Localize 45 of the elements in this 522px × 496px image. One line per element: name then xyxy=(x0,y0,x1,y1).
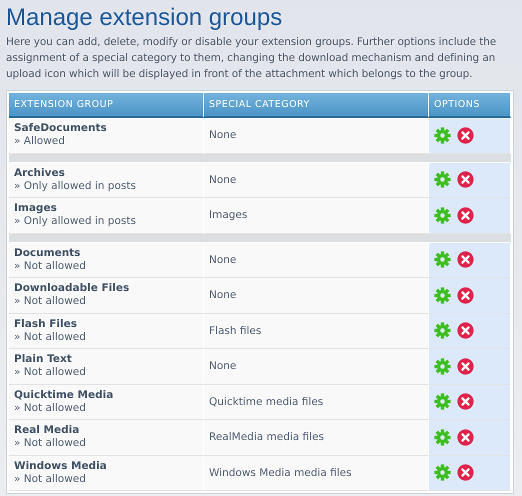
delete-icon[interactable] xyxy=(457,464,474,482)
special-category: None xyxy=(209,360,238,372)
group-name: Windows Media xyxy=(14,460,108,473)
delete-icon[interactable] xyxy=(457,428,474,446)
group-name: Images xyxy=(14,202,58,216)
group-name: Documents xyxy=(14,246,82,260)
column-header: SPECIAL CATEGORY xyxy=(204,93,429,118)
delete-icon[interactable] xyxy=(457,126,474,144)
special-category: None xyxy=(209,129,238,142)
group-status: » Allowed xyxy=(14,135,66,148)
special-category: None xyxy=(209,254,238,266)
group-name: Flash Files xyxy=(14,318,78,331)
group-status: » Not allowed xyxy=(14,472,87,486)
column-header: OPTIONS xyxy=(429,93,511,118)
group-status: » Not allowed xyxy=(14,402,87,415)
delete-icon[interactable] xyxy=(457,393,474,410)
delete-icon[interactable] xyxy=(457,171,474,188)
delete-icon[interactable] xyxy=(457,286,474,304)
special-category: Images xyxy=(209,209,248,222)
group-status: » Not allowed xyxy=(14,295,87,308)
delete-icon[interactable] xyxy=(457,322,474,340)
group-name: Real Media xyxy=(14,424,80,438)
special-category: Windows Media media files xyxy=(209,466,353,479)
group-status: » Only allowed in posts xyxy=(14,180,137,193)
delete-icon[interactable] xyxy=(457,206,474,224)
group-status: » Not allowed xyxy=(14,330,87,344)
group-status: » Not allowed xyxy=(14,437,87,450)
group-name: Quicktime Media xyxy=(14,388,114,402)
group-status: » Only allowed in posts xyxy=(14,215,137,228)
page-description: Here you can add, delete, modify or disable your extension groups. Further options include the assignment of a special category to them, changing the download mechanism and defining an upload icon which will be displayed in front of the attachment which belongs to the group. xyxy=(6,35,498,82)
special-category: Quicktime media files xyxy=(209,396,324,408)
delete-icon[interactable] xyxy=(457,358,474,375)
group-status: » Not allowed xyxy=(14,366,87,380)
column-header: EXTENSION GROUP xyxy=(9,93,204,118)
delete-icon[interactable] xyxy=(457,251,474,268)
special-category: Flash files xyxy=(209,324,262,337)
group-name: SafeDocuments xyxy=(14,122,108,136)
group-name: Downloadable Files xyxy=(14,282,130,296)
special-category: None xyxy=(209,289,238,302)
group-name: Archives xyxy=(14,166,66,180)
special-category: None xyxy=(209,174,238,186)
group-name: Plain Text xyxy=(14,353,73,366)
page-title: Manage extension groups xyxy=(6,4,284,32)
special-category: RealMedia media files xyxy=(209,431,326,444)
group-status: » Not allowed xyxy=(14,260,87,273)
